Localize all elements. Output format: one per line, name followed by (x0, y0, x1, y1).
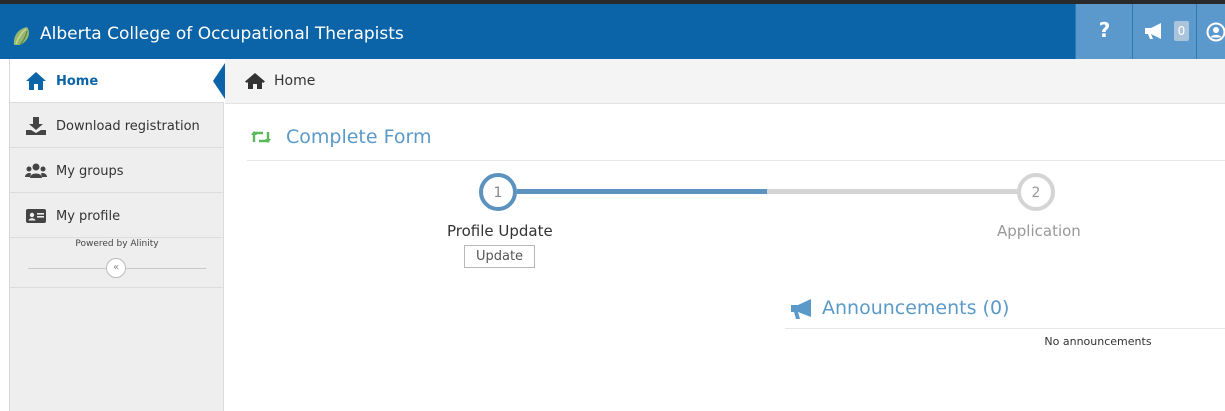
breadcrumb: Home (225, 59, 1225, 104)
download-icon (26, 117, 46, 135)
sidebar-item-label: Home (56, 74, 99, 89)
announcements-count-badge: 0 (1174, 21, 1189, 41)
sidebar-divider (10, 287, 224, 288)
help-button[interactable]: ? (1075, 4, 1132, 59)
step-2-label: Application (997, 222, 1081, 240)
app-title: Alberta College of Occupational Therapis… (40, 24, 404, 44)
breadcrumb-home-link[interactable]: Home (274, 73, 315, 89)
sidebar-item-download-registration[interactable]: Download registration (10, 104, 224, 148)
collapse-sidebar-button[interactable]: « (106, 258, 126, 278)
megaphone-icon (1145, 23, 1161, 39)
sidebar-item-label: My profile (56, 209, 121, 224)
sidebar-item-label: My groups (56, 164, 124, 179)
top-bar: Alberta College of Occupational Therapis… (0, 0, 1225, 59)
user-menu-button[interactable] (1196, 4, 1225, 59)
step-1-indicator[interactable]: 1 (479, 173, 517, 211)
announcements-title: Announcements (0) (822, 297, 1010, 319)
active-indicator (213, 63, 225, 99)
id-card-icon (26, 209, 46, 223)
sidebar-item-home[interactable]: Home (10, 59, 225, 103)
announcements-button[interactable]: 0 (1132, 4, 1196, 59)
home-icon (26, 72, 46, 90)
progress-track-pending (767, 189, 1019, 194)
help-icon: ? (1098, 18, 1111, 42)
users-icon (25, 163, 47, 178)
sidebar-item-my-groups[interactable]: My groups (10, 149, 224, 193)
form-title: Complete Form (286, 126, 432, 148)
retweet-icon (251, 131, 271, 143)
powered-by-text: Powered by Alinity (75, 239, 159, 249)
home-icon (245, 73, 265, 89)
sidebar: Home Download registration My groups My … (9, 59, 225, 411)
megaphone-icon (791, 299, 811, 319)
step-2-indicator[interactable]: 2 (1017, 173, 1055, 211)
logo-icon (13, 27, 29, 46)
progress-track-complete (517, 189, 767, 194)
form-title-divider (247, 160, 1225, 161)
sidebar-item-my-profile[interactable]: My profile (10, 194, 224, 238)
sidebar-item-label: Download registration (56, 119, 200, 134)
user-icon (1206, 22, 1225, 42)
announcements-divider (785, 328, 1225, 329)
step-1-label: Profile Update (447, 222, 553, 240)
update-button[interactable]: Update (464, 245, 535, 268)
no-announcements-text: No announcements (1044, 335, 1152, 348)
